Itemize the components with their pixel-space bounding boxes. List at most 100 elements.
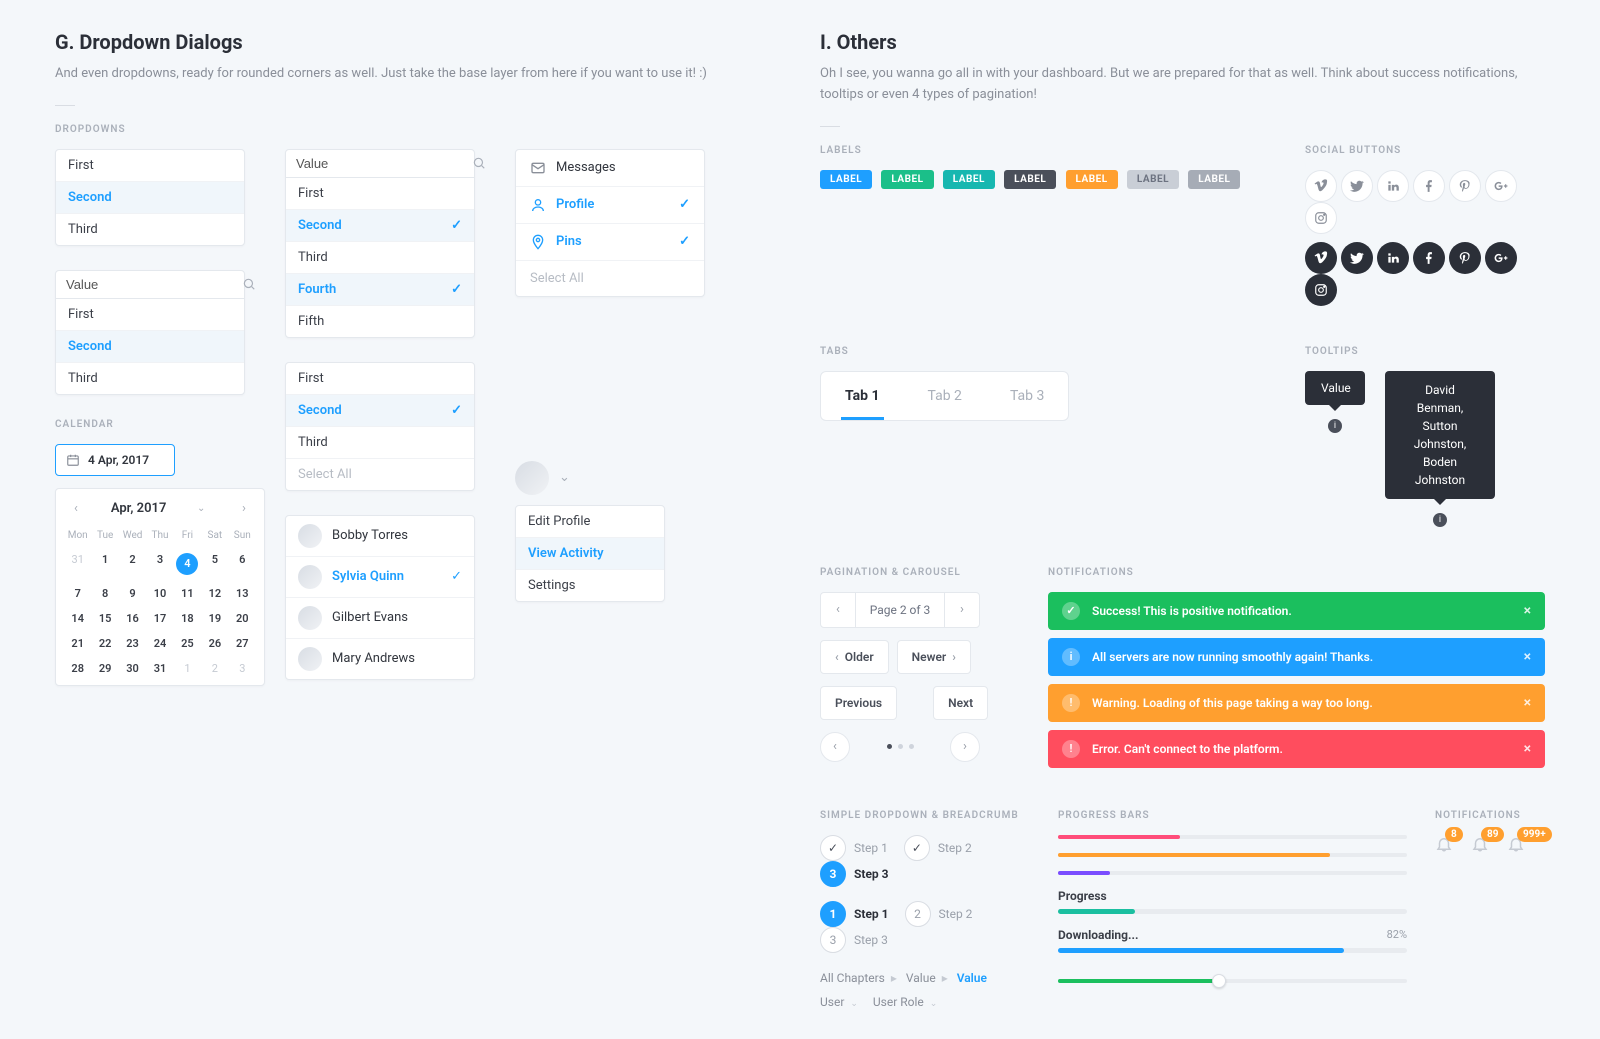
calendar-day[interactable]: 5	[201, 547, 228, 581]
avatar-trigger[interactable]: ⌄	[515, 461, 705, 495]
calendar-day[interactable]: 14	[64, 606, 91, 631]
twitter-icon[interactable]	[1341, 242, 1373, 274]
info-pin-icon[interactable]: i	[1433, 513, 1447, 527]
close-icon[interactable]: ×	[1524, 649, 1531, 665]
dropdown-option[interactable]: Third	[286, 242, 474, 274]
info-pin-icon[interactable]: i	[1328, 419, 1342, 433]
calendar-day[interactable]: 16	[119, 606, 146, 631]
dropdown-option[interactable]: First	[286, 363, 474, 395]
dropdown-option[interactable]: Second	[56, 331, 244, 363]
step[interactable]: 2Step 2	[905, 901, 973, 927]
tag[interactable]: LABEL	[1066, 170, 1118, 189]
calendar-day[interactable]: 11	[174, 581, 201, 606]
calendar-day[interactable]: 23	[119, 631, 146, 656]
calendar-day[interactable]: 15	[91, 606, 118, 631]
menu-item[interactable]: Settings	[516, 570, 664, 601]
gplus-icon[interactable]	[1485, 170, 1517, 202]
tab[interactable]: Tab 2	[904, 372, 986, 420]
profile-menu[interactable]: Edit Profile View Activity Settings	[515, 505, 665, 602]
carousel-prev[interactable]: ‹	[820, 732, 850, 762]
pager-older[interactable]: ‹Older	[820, 640, 889, 674]
tag[interactable]: LABEL	[1127, 170, 1179, 189]
tag[interactable]: LABEL	[943, 170, 995, 189]
notification-bell[interactable]: 8	[1435, 835, 1453, 853]
calendar-day[interactable]: 9	[119, 581, 146, 606]
calendar-day[interactable]: 3	[229, 656, 256, 681]
pager-next[interactable]: ›	[945, 593, 979, 627]
crumb-item[interactable]: User	[820, 995, 844, 1009]
dropdown-scroll[interactable]: FirstSecond✓ThirdFourth✓Fifth	[285, 149, 475, 338]
calendar-day[interactable]: 1	[91, 547, 118, 581]
dropdown-selectall[interactable]: First Second✓ Third Select All	[285, 362, 475, 491]
calendar-day[interactable]: 30	[119, 656, 146, 681]
instagram-icon[interactable]	[1305, 274, 1337, 306]
step[interactable]: ✓Step 1	[820, 835, 888, 861]
dropdown-option[interactable]: Second✓	[286, 210, 474, 242]
step[interactable]: 3Step 3	[820, 927, 888, 953]
person-option[interactable]: Gilbert Evans	[286, 598, 474, 639]
step[interactable]: ✓Step 2	[904, 835, 972, 861]
calendar-day[interactable]: 1	[174, 656, 201, 681]
crumb-item[interactable]: User Role	[873, 995, 924, 1009]
calendar-day[interactable]: 29	[91, 656, 118, 681]
calendar-day[interactable]: 21	[64, 631, 91, 656]
person-option[interactable]: Sylvia Quinn✓	[286, 557, 474, 598]
pager-next-text[interactable]: Next	[933, 686, 988, 720]
dropdown-iconmenu[interactable]: MessagesProfile✓Pins✓Select All	[515, 149, 705, 297]
linkedin-icon[interactable]	[1377, 170, 1409, 202]
calendar-day[interactable]: 10	[146, 581, 173, 606]
calendar-day[interactable]: 24	[146, 631, 173, 656]
pager-newer[interactable]: Newer›	[897, 640, 971, 674]
notification-bell[interactable]: 89	[1471, 835, 1489, 853]
calendar-day[interactable]: 26	[201, 631, 228, 656]
menu-item[interactable]: Edit Profile	[516, 506, 664, 538]
crumb-item[interactable]: Value	[957, 971, 987, 985]
tab[interactable]: Tab 3	[986, 372, 1068, 420]
dropdown-option[interactable]: Fourth✓	[286, 274, 474, 306]
calendar-day[interactable]: 20	[229, 606, 256, 631]
step[interactable]: 1Step 1	[820, 901, 889, 927]
tag[interactable]: LABEL	[881, 170, 933, 189]
facebook-icon[interactable]	[1413, 242, 1445, 274]
dropdown-with-search[interactable]: First Second Third	[55, 270, 245, 395]
calendar-day[interactable]: 19	[201, 606, 228, 631]
calendar-day[interactable]: 31	[64, 547, 91, 581]
dropdown-option[interactable]: Third	[56, 214, 244, 245]
instagram-icon[interactable]	[1305, 202, 1337, 234]
pinterest-icon[interactable]	[1449, 242, 1481, 274]
chevron-down-icon[interactable]: ⌄	[193, 503, 209, 514]
menu-item[interactable]: View Activity	[516, 538, 664, 570]
calendar-day[interactable]: 2	[201, 656, 228, 681]
menu-selectall[interactable]: Select All	[516, 261, 704, 296]
calendar-prev[interactable]: ‹	[68, 501, 84, 516]
calendar-day[interactable]: 7	[64, 581, 91, 606]
dropdown-people[interactable]: Bobby TorresSylvia Quinn✓Gilbert EvansMa…	[285, 515, 475, 680]
dropdown-search-input[interactable]	[296, 156, 472, 171]
calendar-day[interactable]: 22	[91, 631, 118, 656]
pinterest-icon[interactable]	[1449, 170, 1481, 202]
close-icon[interactable]: ×	[1524, 741, 1531, 757]
calendar-next[interactable]: ›	[236, 501, 252, 516]
step[interactable]: 3Step 3	[820, 861, 889, 887]
vimeo-icon[interactable]	[1305, 170, 1337, 202]
tag[interactable]: LABEL	[1188, 170, 1240, 189]
dropdown-option[interactable]: Fifth	[286, 306, 474, 337]
notification-bell[interactable]: 999+	[1507, 835, 1525, 853]
tab[interactable]: Tab 1	[821, 372, 904, 420]
menu-item[interactable]: Profile✓	[516, 187, 704, 224]
carousel-dots[interactable]	[887, 744, 914, 749]
close-icon[interactable]: ×	[1524, 603, 1531, 619]
dropdown-option[interactable]: First	[56, 299, 244, 331]
menu-item[interactable]: Pins✓	[516, 224, 704, 261]
calendar-day[interactable]: 31	[146, 656, 173, 681]
gplus-icon[interactable]	[1485, 242, 1517, 274]
pager-previous[interactable]: Previous	[820, 686, 897, 720]
pager-prev[interactable]: ‹	[821, 593, 855, 627]
calendar-day[interactable]: 3	[146, 547, 173, 581]
dropdown-selectall-option[interactable]: Select All	[286, 459, 474, 490]
person-option[interactable]: Mary Andrews	[286, 639, 474, 679]
calendar-day[interactable]: 2	[119, 547, 146, 581]
facebook-icon[interactable]	[1413, 170, 1445, 202]
slider[interactable]	[1058, 979, 1407, 983]
crumb-item[interactable]: Value	[906, 971, 936, 985]
